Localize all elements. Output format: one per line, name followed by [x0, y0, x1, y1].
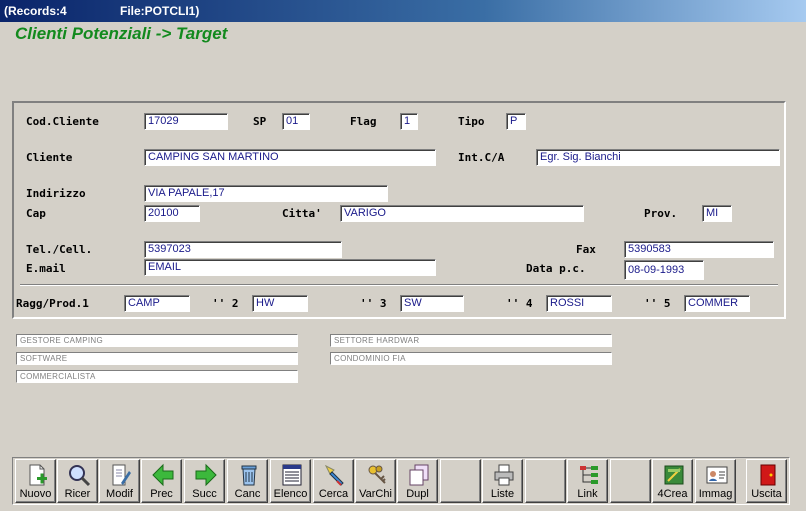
list-icon [282, 464, 302, 486]
canc-button[interactable]: Canc [227, 459, 268, 503]
duplicate-icon [409, 464, 429, 486]
records-count: (Records:4 [4, 4, 67, 18]
edit-document-icon [112, 464, 131, 486]
prec-button[interactable]: Prec [141, 459, 182, 503]
immag-label: Immag [698, 488, 733, 500]
ragg2-description: SETTORE HARDWAR [330, 334, 612, 347]
ricer-label: Ricer [64, 488, 91, 500]
ragg5-description: COMMERCIALISTA [16, 370, 298, 383]
succ-label: Succ [192, 488, 217, 500]
int-ca-field[interactable]: Egr. Sig. Bianchi [536, 149, 780, 166]
trash-icon [241, 465, 257, 486]
cap-field[interactable]: 20100 [144, 205, 200, 222]
tipo-field[interactable]: P [506, 113, 526, 130]
liste-button[interactable]: Liste [482, 459, 523, 503]
data-pc-field[interactable]: 08-09-1993 [624, 260, 704, 280]
ragg2-field[interactable]: HW [252, 295, 308, 312]
ragg3-label: '' 3 [360, 297, 387, 310]
canc-label: Canc [234, 488, 261, 500]
dupl-button[interactable]: Dupl [397, 459, 438, 503]
immag-button[interactable]: Immag [695, 459, 736, 503]
printer-icon [494, 464, 514, 486]
id-card-icon [706, 466, 728, 484]
ragg3-field[interactable]: SW [400, 295, 464, 312]
cod-cliente-label: Cod.Cliente [26, 115, 99, 128]
tel-field[interactable]: 5397023 [144, 241, 342, 258]
varchi-button[interactable]: VarChi [355, 459, 396, 503]
ragg1-description: GESTORE CAMPING [16, 334, 298, 347]
cliente-label: Cliente [26, 151, 73, 164]
crea4-button[interactable]: 4Crea [652, 459, 693, 503]
nuovo-label: Nuovo [19, 488, 52, 500]
link-button[interactable]: Link [567, 459, 608, 503]
cerca-label: Cerca [318, 488, 349, 500]
empty-button-3[interactable] [610, 459, 651, 503]
modif-label: Modif [106, 488, 133, 500]
indirizzo-label: Indirizzo [26, 187, 86, 200]
ragg4-label: '' 4 [506, 297, 533, 310]
sp-field[interactable]: 01 [282, 113, 310, 130]
keys-icon [368, 465, 386, 484]
prov-label: Prov. [644, 207, 678, 220]
nuovo-button[interactable]: Nuovo [15, 459, 56, 503]
window-titlebar: (Records:4 File:POTCLI1) [0, 0, 806, 22]
ricer-button[interactable]: Ricer [57, 459, 98, 503]
create-tools-icon [664, 465, 684, 485]
empty-button-2[interactable] [525, 459, 566, 503]
elenco-label: Elenco [273, 488, 308, 500]
ragg4-description: CONDOMINIO FIA [330, 352, 612, 365]
cap-label: Cap [26, 207, 46, 220]
file-name: File:POTCLI1) [120, 4, 200, 18]
ragg5-field[interactable]: COMMER [684, 295, 750, 312]
tree-link-icon [580, 466, 598, 484]
prec-label: Prec [150, 488, 173, 500]
email-label: E.mail [26, 262, 66, 275]
varchi-label: VarChi [359, 488, 392, 500]
data-pc-label: Data p.c. [526, 262, 586, 275]
ragg2-label: '' 2 [212, 297, 239, 310]
ragg4-field[interactable]: ROSSI [546, 295, 612, 312]
modif-button[interactable]: Modif [99, 459, 140, 503]
prov-field[interactable]: MI [702, 205, 732, 222]
divider [20, 284, 778, 286]
elenco-button[interactable]: Elenco [270, 459, 311, 503]
exit-door-icon [760, 464, 776, 486]
citta-field[interactable]: VARIGO [340, 205, 584, 222]
ragg1-field[interactable]: CAMP [124, 295, 190, 312]
sp-label: SP [253, 115, 267, 128]
cliente-field[interactable]: CAMPING SAN MARTINO [144, 149, 436, 166]
tel-label: Tel./Cell. [26, 243, 93, 256]
magnifier-icon [69, 465, 91, 487]
cerca-button[interactable]: Cerca [313, 459, 354, 503]
flag-field[interactable]: 1 [400, 113, 418, 130]
flashlight-icon [324, 464, 344, 486]
indirizzo-field[interactable]: VIA PAPALE,17 [144, 185, 388, 202]
uscita-button[interactable]: Uscita [746, 459, 787, 503]
tipo-label: Tipo [458, 115, 485, 128]
crea4-label: 4Crea [657, 488, 688, 500]
fax-field[interactable]: 5390583 [624, 241, 774, 258]
arrow-left-icon [152, 463, 174, 487]
cod-cliente-field[interactable]: 17029 [144, 113, 228, 130]
dupl-label: Dupl [406, 488, 429, 500]
email-field[interactable]: EMAIL [144, 259, 436, 276]
uscita-label: Uscita [751, 488, 782, 500]
flag-label: Flag [350, 115, 377, 128]
arrow-right-icon [195, 463, 217, 487]
liste-label: Liste [490, 488, 515, 500]
page-title: Clienti Potenziali -> Target [15, 24, 228, 43]
ragg5-label: '' 5 [644, 297, 671, 310]
new-document-icon [29, 464, 47, 486]
ragg1-label: Ragg/Prod.1 [16, 297, 89, 310]
fax-label: Fax [576, 243, 596, 256]
ragg3-description: SOFTWARE [16, 352, 298, 365]
int-ca-label: Int.C/A [458, 151, 505, 164]
empty-button-1[interactable] [440, 459, 481, 503]
succ-button[interactable]: Succ [184, 459, 225, 503]
citta-label: Citta' [282, 207, 322, 220]
link-label: Link [577, 488, 598, 500]
